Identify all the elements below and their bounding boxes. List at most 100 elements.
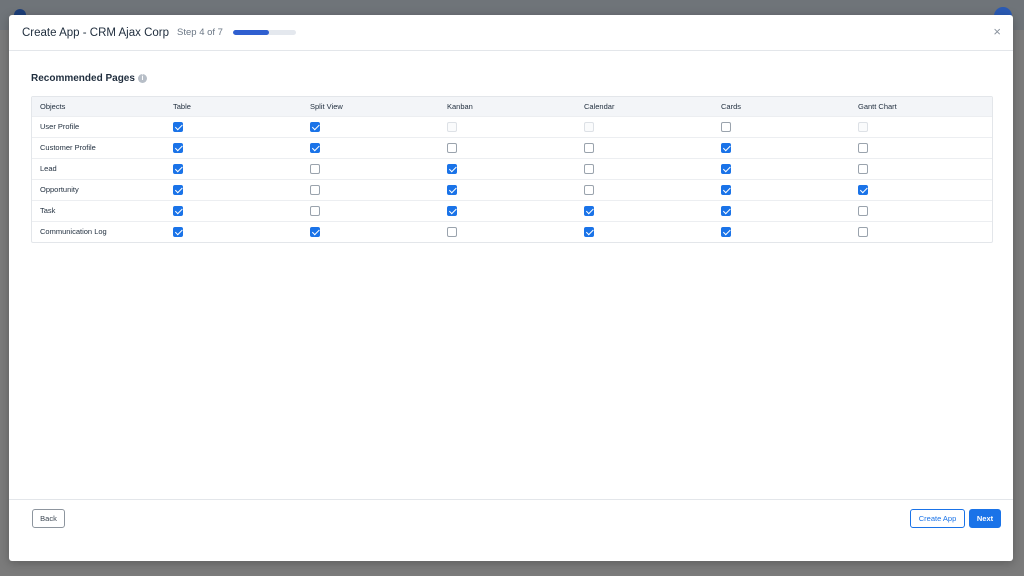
split-view-checkbox[interactable] bbox=[310, 163, 320, 174]
modal-footer: Back Create App Next bbox=[9, 499, 1013, 561]
table-cell bbox=[302, 220, 439, 242]
table-cell bbox=[576, 157, 713, 179]
split-view-checkbox[interactable] bbox=[310, 121, 320, 132]
table-checkbox[interactable] bbox=[173, 142, 183, 153]
table-checkbox[interactable] bbox=[173, 226, 183, 237]
table-cell bbox=[165, 115, 302, 137]
split-view-checkbox[interactable] bbox=[310, 184, 320, 195]
recommended-pages-heading: Recommended Pages bbox=[31, 73, 135, 84]
gantt-chart-checkbox[interactable] bbox=[858, 205, 868, 216]
table-cell bbox=[850, 157, 992, 179]
column-header-cards: Cards bbox=[721, 101, 742, 111]
object-name: Customer Profile bbox=[32, 136, 165, 158]
table-cell bbox=[165, 199, 302, 221]
table-cell bbox=[302, 115, 439, 137]
table-cell bbox=[439, 178, 576, 200]
object-name: Lead bbox=[32, 157, 165, 179]
close-icon[interactable]: × bbox=[993, 25, 1001, 39]
next-button[interactable]: Next bbox=[969, 509, 1001, 528]
column-header-table: Table bbox=[173, 101, 191, 111]
table-cell bbox=[576, 136, 713, 158]
table-row: Communication Log bbox=[32, 220, 992, 242]
gantt-chart-checkbox[interactable] bbox=[858, 142, 868, 153]
table-cell bbox=[165, 136, 302, 158]
table-cell bbox=[713, 178, 850, 200]
split-view-checkbox[interactable] bbox=[310, 205, 320, 216]
modal-title: Create App - CRM Ajax Corp bbox=[22, 26, 170, 39]
modal-header: Create App - CRM Ajax Corp Step 4 of 7 × bbox=[9, 15, 1013, 51]
object-name: Opportunity bbox=[32, 178, 165, 200]
table-cell bbox=[850, 199, 992, 221]
column-header-calendar: Calendar bbox=[584, 101, 615, 111]
table-cell bbox=[713, 136, 850, 158]
table-cell bbox=[302, 199, 439, 221]
create-app-modal: Create App - CRM Ajax Corp Step 4 of 7 ×… bbox=[9, 15, 1013, 561]
kanban-checkbox[interactable] bbox=[447, 205, 457, 216]
cards-checkbox[interactable] bbox=[721, 205, 731, 216]
table-cell bbox=[302, 136, 439, 158]
table-cell bbox=[850, 178, 992, 200]
table-cell bbox=[576, 220, 713, 242]
table-cell bbox=[439, 199, 576, 221]
table-cell bbox=[302, 178, 439, 200]
recommended-pages-table: Objects Table Split View Kanban Calendar… bbox=[31, 96, 993, 243]
table-cell bbox=[850, 220, 992, 242]
table-cell bbox=[713, 220, 850, 242]
table-row: Opportunity bbox=[32, 178, 992, 200]
split-view-checkbox[interactable] bbox=[310, 142, 320, 153]
cards-checkbox[interactable] bbox=[721, 142, 731, 153]
kanban-checkbox bbox=[447, 121, 457, 132]
create-app-button[interactable]: Create App bbox=[910, 509, 965, 528]
column-header-gantt-chart: Gantt Chart bbox=[858, 101, 897, 111]
table-header-row: Objects Table Split View Kanban Calendar… bbox=[32, 97, 992, 116]
table-checkbox[interactable] bbox=[173, 184, 183, 195]
object-name: User Profile bbox=[32, 115, 165, 137]
table-checkbox[interactable] bbox=[173, 205, 183, 216]
step-progress-fill bbox=[232, 30, 269, 35]
back-button[interactable]: Back bbox=[32, 509, 65, 528]
gantt-chart-checkbox[interactable] bbox=[858, 226, 868, 237]
column-header-objects: Objects bbox=[40, 101, 66, 111]
cards-checkbox[interactable] bbox=[721, 184, 731, 195]
table-cell bbox=[165, 178, 302, 200]
calendar-checkbox[interactable] bbox=[584, 205, 594, 216]
kanban-checkbox[interactable] bbox=[447, 142, 457, 153]
kanban-checkbox[interactable] bbox=[447, 163, 457, 174]
table-cell bbox=[439, 220, 576, 242]
calendar-checkbox[interactable] bbox=[584, 184, 594, 195]
step-progress-bar bbox=[232, 30, 296, 35]
cards-checkbox[interactable] bbox=[721, 226, 731, 237]
step-indicator: Step 4 of 7 bbox=[177, 27, 223, 38]
calendar-checkbox[interactable] bbox=[584, 142, 594, 153]
table-cell bbox=[576, 115, 713, 137]
calendar-checkbox[interactable] bbox=[584, 226, 594, 237]
table-cell bbox=[713, 199, 850, 221]
info-icon[interactable]: i bbox=[137, 74, 147, 83]
table-cell bbox=[165, 157, 302, 179]
column-header-kanban: Kanban bbox=[447, 101, 473, 111]
table-row: Customer Profile bbox=[32, 136, 992, 158]
table-checkbox[interactable] bbox=[173, 121, 183, 132]
table-cell bbox=[439, 136, 576, 158]
column-header-split-view: Split View bbox=[310, 101, 343, 111]
section-title: Recommended Pages i bbox=[31, 73, 147, 84]
table-cell bbox=[850, 115, 992, 137]
kanban-checkbox[interactable] bbox=[447, 184, 457, 195]
table-cell bbox=[713, 115, 850, 137]
calendar-checkbox bbox=[584, 121, 594, 132]
cards-checkbox[interactable] bbox=[721, 163, 731, 174]
gantt-chart-checkbox[interactable] bbox=[858, 184, 868, 195]
calendar-checkbox[interactable] bbox=[584, 163, 594, 174]
table-cell bbox=[439, 115, 576, 137]
kanban-checkbox[interactable] bbox=[447, 226, 457, 237]
object-name: Communication Log bbox=[32, 220, 165, 242]
split-view-checkbox[interactable] bbox=[310, 226, 320, 237]
gantt-chart-checkbox[interactable] bbox=[858, 163, 868, 174]
table-cell bbox=[302, 157, 439, 179]
table-checkbox[interactable] bbox=[173, 163, 183, 174]
table-cell bbox=[165, 220, 302, 242]
table-cell bbox=[576, 199, 713, 221]
table-cell bbox=[439, 157, 576, 179]
cards-checkbox[interactable] bbox=[721, 121, 731, 132]
table-cell bbox=[850, 136, 992, 158]
